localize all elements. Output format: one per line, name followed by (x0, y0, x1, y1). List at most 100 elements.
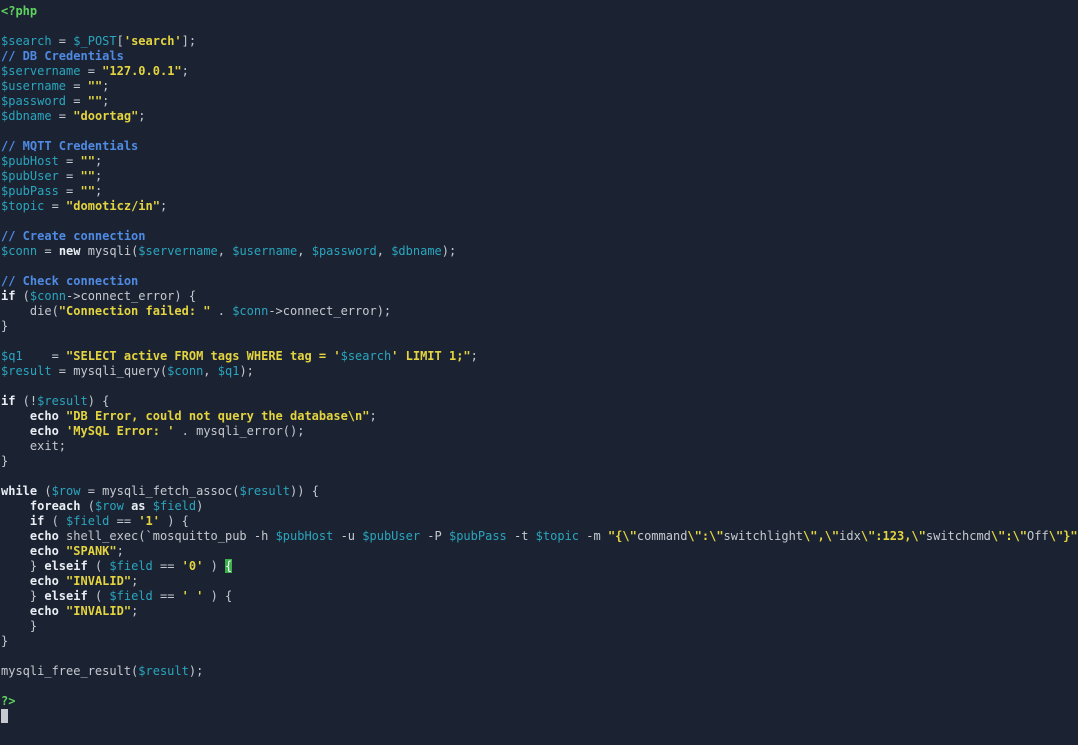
code-line[interactable] (1, 334, 1078, 349)
code-text: (! (15, 394, 38, 408)
code-line[interactable]: <?php (1, 4, 1078, 19)
code-text: . mysqli_error(); (174, 424, 305, 438)
string-literal: \":123,\" (860, 529, 926, 543)
code-line[interactable] (1, 679, 1078, 694)
code-line[interactable]: $pubUser = ""; (1, 169, 1078, 184)
code-text: ; (94, 154, 103, 168)
code-text: ) { (87, 394, 110, 408)
code-line[interactable]: $servername = "127.0.0.1"; (1, 64, 1078, 79)
code-line[interactable]: $pubPass = ""; (1, 184, 1078, 199)
code-line[interactable]: $dbname = "doortag"; (1, 109, 1078, 124)
variable-token: $username (232, 244, 298, 258)
code-line[interactable]: exit; (1, 439, 1078, 454)
code-text: ( (44, 514, 67, 528)
variable-token: $password (1, 94, 67, 108)
code-line[interactable]: echo "DB Error, could not query the data… (1, 409, 1078, 424)
code-text: = (22, 349, 67, 363)
string-literal: "" (87, 94, 103, 108)
terminal-window[interactable]: <?php $search = $_POST['search'];// DB Cr… (0, 0, 1078, 745)
code-line[interactable]: echo "INVALID"; (1, 604, 1078, 619)
code-line[interactable]: } (1, 319, 1078, 334)
code-line[interactable]: $password = ""; (1, 94, 1078, 109)
php-tag: ?> (1, 694, 16, 708)
code-line[interactable] (1, 379, 1078, 394)
code-line[interactable]: } elseif ( $field == ' ' ) { (1, 589, 1078, 604)
code-text: ->connect_error) { (66, 289, 197, 303)
code-text: ->connect_error); (268, 304, 392, 318)
code-line[interactable]: echo 'MySQL Error: ' . mysqli_error(); (1, 424, 1078, 439)
code-line[interactable]: die("Connection failed: " . $conn->conne… (1, 304, 1078, 319)
variable-token: $field (109, 589, 153, 603)
code-line[interactable]: if (!$result) { (1, 394, 1078, 409)
code-line[interactable]: if ( $field == '1' ) { (1, 514, 1078, 529)
variable-token: $q1 (1, 349, 23, 363)
variable-token: $result (239, 484, 291, 498)
code-text: ) (203, 559, 226, 573)
string-literal: \":\" (687, 529, 724, 543)
code-line[interactable] (1, 19, 1078, 34)
string-literal: "domoticz/in" (66, 199, 160, 213)
variable-token: $servername (138, 244, 218, 258)
code-text: == (152, 559, 182, 573)
variable-token: $dbname (391, 244, 442, 258)
variable-token: $result (1, 364, 52, 378)
code-line[interactable]: } elseif ( $field == '0' ) { (1, 559, 1078, 574)
code-line[interactable]: } (1, 619, 1078, 634)
code-text: [ (116, 34, 124, 48)
code-line[interactable]: } (1, 454, 1078, 469)
code-line[interactable]: $conn = new mysqli($servername, $usernam… (1, 244, 1078, 259)
string-literal: "doortag" (73, 109, 139, 123)
code-line[interactable]: ?> (1, 694, 1078, 709)
code-line[interactable]: echo shell_exec(`mosquitto_pub -h $pubHo… (1, 529, 1078, 544)
code-editor[interactable]: <?php $search = $_POST['search'];// DB Cr… (1, 4, 1078, 724)
code-line[interactable]: $pubHost = ""; (1, 154, 1078, 169)
code-line[interactable]: $topic = "domoticz/in"; (1, 199, 1078, 214)
code-line[interactable]: echo "INVALID"; (1, 574, 1078, 589)
code-line[interactable]: if ($conn->connect_error) { (1, 289, 1078, 304)
code-line[interactable] (1, 469, 1078, 484)
code-text: switchlight (723, 529, 804, 543)
code-line[interactable]: $username = ""; (1, 79, 1078, 94)
code-line[interactable] (1, 259, 1078, 274)
code-line[interactable] (1, 709, 1078, 724)
code-text: die( (1, 304, 59, 318)
code-text: , (217, 244, 233, 258)
string-literal: "DB Error, could not query the database\… (66, 409, 370, 423)
code-line[interactable]: foreach ($row as $field) (1, 499, 1078, 514)
code-text: mysqli( (80, 244, 139, 258)
code-line[interactable]: // Check connection (1, 274, 1078, 289)
string-literal: "" (80, 154, 95, 168)
code-line[interactable] (1, 649, 1078, 664)
keyword-token: new (58, 244, 81, 258)
code-line[interactable]: // DB Credentials (1, 49, 1078, 64)
string-literal: ' ' (181, 589, 204, 603)
code-line[interactable]: while ($row = mysqli_fetch_assoc($result… (1, 484, 1078, 499)
code-line[interactable] (1, 124, 1078, 139)
code-text: ( (87, 589, 110, 603)
code-line[interactable]: // Create connection (1, 229, 1078, 244)
code-text: ; (470, 349, 478, 363)
code-line[interactable]: $result = mysqli_query($conn, $q1); (1, 364, 1078, 379)
code-line[interactable]: $q1 = "SELECT active FROM tags WHERE tag… (1, 349, 1078, 364)
code-text: == (152, 589, 182, 603)
code-line[interactable]: } (1, 634, 1078, 649)
string-literal: "" (80, 169, 95, 183)
code-line[interactable]: mysqli_free_result($result); (1, 664, 1078, 679)
code-text: = mysqli_query( (51, 364, 168, 378)
code-line[interactable]: $search = $_POST['search']; (1, 34, 1078, 49)
keyword-token: echo (29, 424, 59, 438)
code-line[interactable]: // MQTT Credentials (1, 139, 1078, 154)
code-text: mysqli_free_result( (1, 664, 139, 678)
code-line[interactable] (1, 214, 1078, 229)
code-text: } (1, 454, 9, 468)
code-line[interactable]: echo "SPANK"; (1, 544, 1078, 559)
string-literal: "INVALID" (66, 604, 132, 618)
code-text: ) { (203, 589, 233, 603)
